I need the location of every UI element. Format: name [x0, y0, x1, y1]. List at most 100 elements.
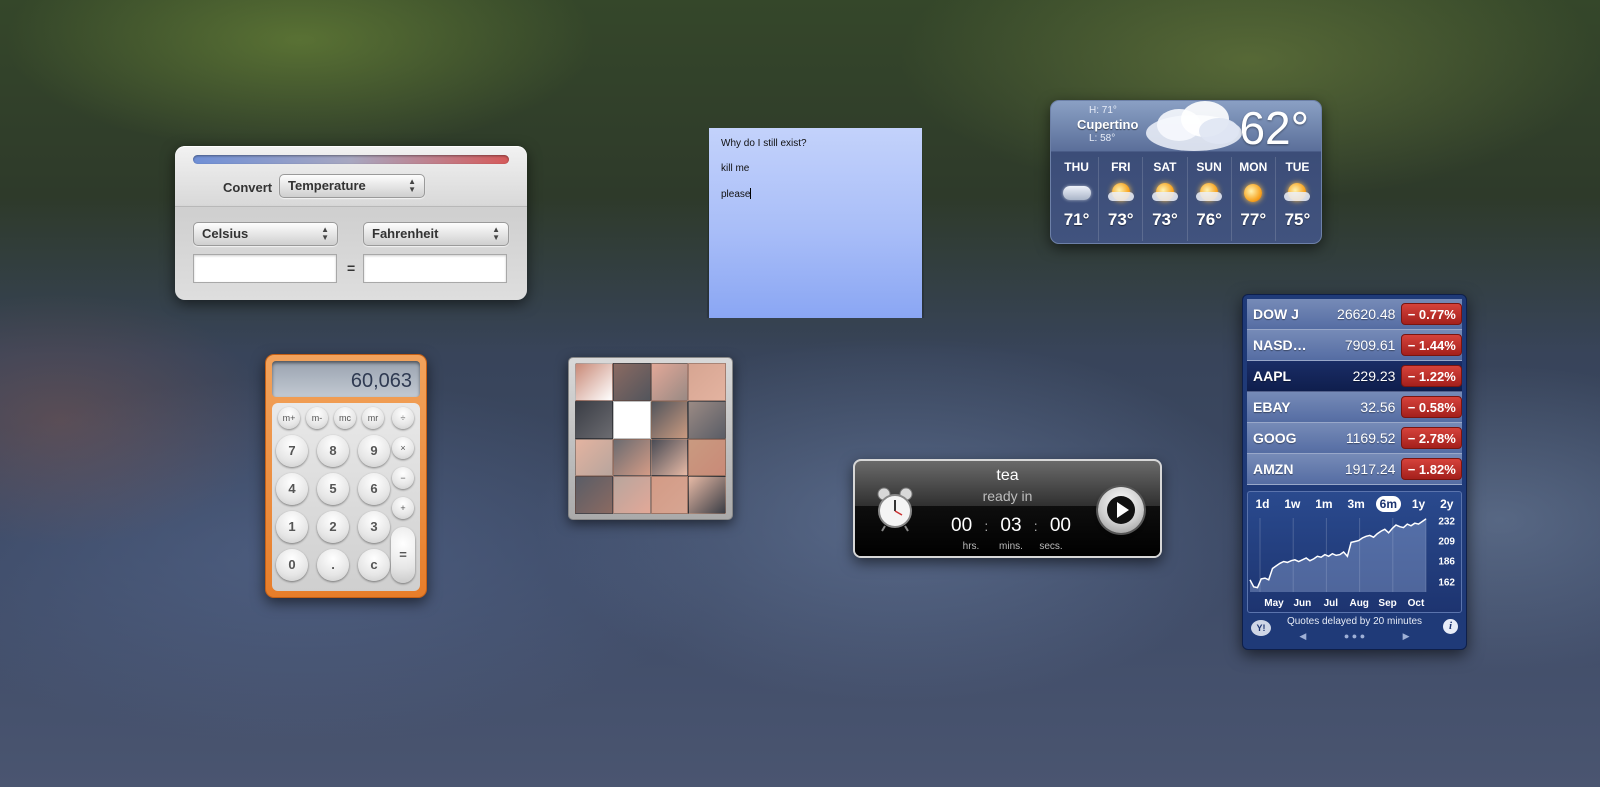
minutes-value[interactable]: 03: [1000, 515, 1021, 537]
memory-subtract-key[interactable]: m-: [306, 407, 328, 429]
seconds-value[interactable]: 00: [1050, 515, 1071, 537]
puzzle-tile[interactable]: [650, 476, 689, 514]
timer-name: tea: [996, 467, 1019, 484]
updown-arrows-icon: ▲ ▼: [321, 225, 329, 242]
memory-clear-key[interactable]: mc: [334, 407, 356, 429]
stock-change-badge[interactable]: − 1.22%: [1401, 365, 1462, 387]
partly-sunny-icon: [1284, 183, 1311, 203]
partly-sunny-icon: [1151, 183, 1178, 203]
range-1d[interactable]: 1d: [1251, 496, 1273, 512]
weather-widget[interactable]: H: 71° Cupertino L: 58° 62° THU 71° FRI …: [1050, 100, 1322, 244]
x-tick-label: Jul: [1324, 598, 1339, 609]
minutes-label: mins.: [999, 541, 1023, 552]
puzzle-tile[interactable]: [612, 438, 651, 477]
y-tick-label: 162: [1438, 578, 1455, 589]
sticky-note-widget[interactable]: Why do I still exist? kill me please: [709, 128, 922, 318]
stock-symbol: NASD…: [1253, 337, 1307, 353]
puzzle-tile[interactable]: [650, 363, 689, 401]
zero-key[interactable]: 0: [276, 549, 308, 581]
info-icon[interactable]: i: [1443, 619, 1458, 634]
previous-page-icon[interactable]: ◀: [1299, 631, 1306, 641]
stock-change-badge[interactable]: − 1.82%: [1401, 458, 1462, 480]
stock-change-badge[interactable]: − 2.78%: [1401, 427, 1462, 449]
forecast-day: TUE 75°: [1274, 157, 1319, 241]
category-select[interactable]: Temperature ▲ ▼: [279, 174, 425, 198]
stock-price: 26620.48: [1337, 306, 1396, 322]
sticky-line[interactable]: Why do I still exist?: [721, 138, 910, 163]
forecast-day: MON 77°: [1230, 157, 1275, 241]
partly-sunny-icon: [1107, 183, 1134, 203]
puzzle-tile[interactable]: [575, 476, 613, 514]
stock-row[interactable]: GOOG 1169.52 − 2.78%: [1247, 423, 1462, 454]
play-button[interactable]: [1098, 487, 1144, 533]
range-1w[interactable]: 1w: [1280, 496, 1304, 512]
range-3m[interactable]: 3m: [1343, 496, 1368, 512]
puzzle-tile[interactable]: [688, 400, 726, 439]
stock-change-badge[interactable]: − 1.44%: [1401, 334, 1462, 356]
puzzle-tile[interactable]: [688, 438, 726, 477]
seven-key[interactable]: 7: [276, 435, 308, 467]
puzzle-tile[interactable]: [575, 400, 613, 439]
puzzle-tile[interactable]: [688, 476, 726, 514]
stock-chart: 1d 1w 1m 3m 6m 1y 2y 232 209 186 162 May Jun J…: [1247, 491, 1462, 613]
one-key[interactable]: 1: [276, 511, 308, 543]
equals-key[interactable]: =: [391, 527, 415, 583]
minus-key[interactable]: −: [392, 467, 414, 489]
divide-key[interactable]: ÷: [392, 407, 414, 429]
eight-key[interactable]: 8: [317, 435, 349, 467]
stock-change-badge[interactable]: − 0.58%: [1401, 396, 1462, 418]
equals-sign: =: [347, 260, 356, 276]
unit-converter-widget: Convert Temperature ▲ ▼ Celsius ▲ ▼ Fahren…: [175, 146, 527, 300]
stock-row[interactable]: DOW J 26620.48 − 0.77%: [1247, 299, 1462, 330]
decimal-key[interactable]: .: [317, 549, 349, 581]
puzzle-tile[interactable]: [612, 363, 651, 401]
stock-symbol: EBAY: [1253, 399, 1291, 415]
puzzle-tile[interactable]: [650, 400, 689, 439]
to-unit-select[interactable]: Fahrenheit ▲ ▼: [363, 222, 509, 246]
stock-symbol: DOW J: [1253, 306, 1299, 322]
six-key[interactable]: 6: [358, 473, 390, 505]
four-key[interactable]: 4: [276, 473, 308, 505]
page-navigation: ◀ ● ● ● ▶: [1247, 631, 1462, 642]
two-key[interactable]: 2: [317, 511, 349, 543]
range-2y[interactable]: 2y: [1436, 496, 1457, 512]
seconds-label: secs.: [1039, 541, 1063, 552]
puzzle-tile[interactable]: [612, 476, 651, 514]
stock-row[interactable]: AMZN 1917.24 − 1.82%: [1247, 454, 1462, 485]
timer-digits: 00 : 03 : 00: [951, 515, 1071, 537]
stock-row[interactable]: EBAY 32.56 − 0.58%: [1247, 392, 1462, 423]
stock-change-badge[interactable]: − 0.77%: [1401, 303, 1462, 325]
puzzle-tile[interactable]: [575, 363, 613, 401]
stock-row[interactable]: NASD… 7909.61 − 1.44%: [1247, 330, 1462, 361]
stock-row-selected[interactable]: AAPL 229.23 − 1.22%: [1247, 361, 1462, 392]
memory-add-key[interactable]: m+: [278, 407, 300, 429]
from-unit-select[interactable]: Celsius ▲ ▼: [193, 222, 338, 246]
plus-key[interactable]: +: [392, 497, 414, 519]
to-value-field[interactable]: [363, 254, 507, 283]
x-tick-label: Oct: [1408, 598, 1425, 609]
five-key[interactable]: 5: [317, 473, 349, 505]
x-tick-label: Aug: [1349, 598, 1368, 609]
low-temp: L: 58°: [1089, 133, 1116, 144]
forecast-day-temp: 76°: [1196, 210, 1222, 229]
range-6m[interactable]: 6m: [1375, 496, 1401, 512]
hours-value[interactable]: 00: [951, 515, 972, 537]
range-1y[interactable]: 1y: [1408, 496, 1429, 512]
timer-units: hrs. mins. secs.: [951, 541, 1071, 552]
sticky-line[interactable]: kill me: [721, 163, 910, 188]
forecast-day: THU 71°: [1055, 157, 1098, 241]
range-1m[interactable]: 1m: [1311, 496, 1336, 512]
three-key[interactable]: 3: [358, 511, 390, 543]
puzzle-tile[interactable]: [688, 363, 726, 401]
puzzle-tile[interactable]: [575, 438, 613, 477]
next-page-icon[interactable]: ▶: [1403, 631, 1410, 641]
memory-recall-key[interactable]: mr: [362, 407, 384, 429]
puzzle-tile[interactable]: [650, 438, 689, 477]
clear-key[interactable]: c: [358, 549, 390, 581]
puzzle-blank-tile[interactable]: [612, 400, 651, 439]
forecast-day-temp: 77°: [1240, 210, 1267, 229]
nine-key[interactable]: 9: [358, 435, 390, 467]
multiply-key[interactable]: ×: [392, 437, 414, 459]
sticky-line[interactable]: please: [721, 188, 910, 213]
from-value-field[interactable]: [193, 254, 337, 283]
